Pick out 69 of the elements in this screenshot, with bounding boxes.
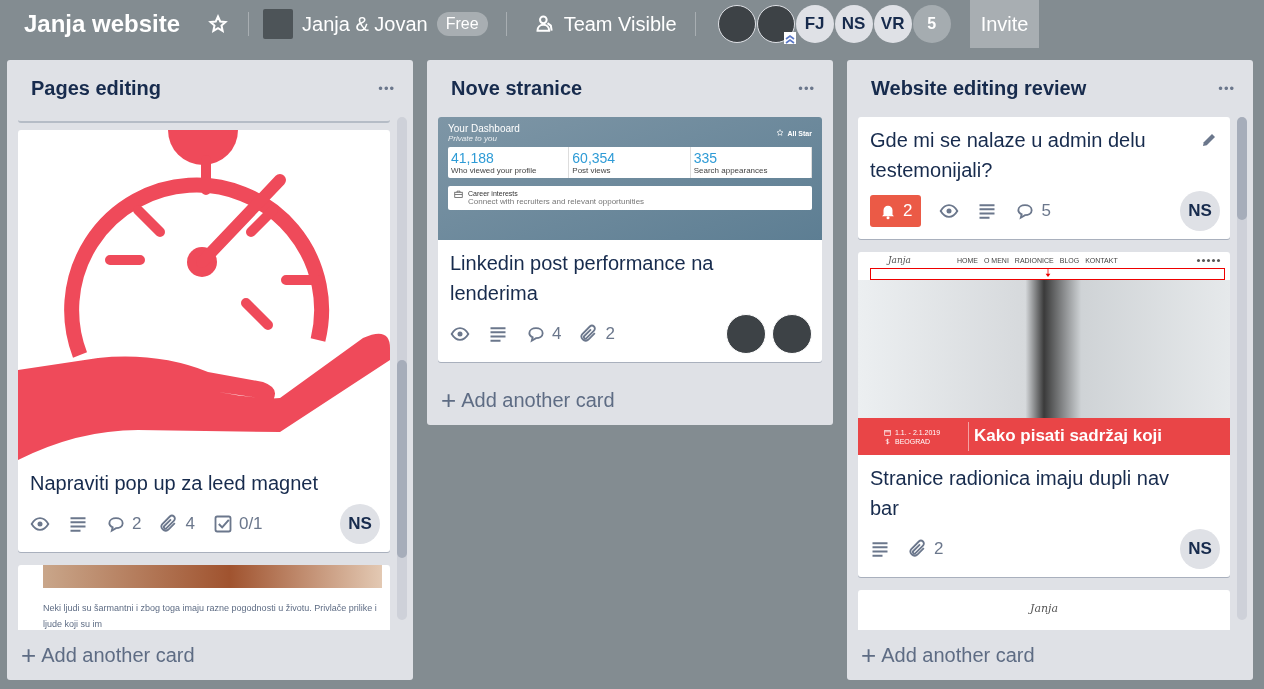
member-avatar[interactable]	[756, 5, 795, 43]
stat-label: Post views	[572, 166, 612, 175]
list-title[interactable]: Website editing review	[871, 77, 1087, 100]
comments-count: 2	[132, 514, 142, 534]
list-title[interactable]: Nove stranice	[451, 77, 583, 100]
dollar-icon	[884, 437, 891, 445]
article-text: Neki ljudi su šarmantni i zbog toga imaju razne pogodnosti u životu. Privlače prilike i ljude koji su im	[42, 602, 378, 630]
dashboard-heading: Your Dashboard	[448, 123, 520, 134]
stat-label: Search appearances	[693, 166, 769, 175]
dashboard-subheading: Private to you	[448, 134, 498, 143]
checkbox-icon	[212, 514, 233, 534]
member-avatar[interactable]: VR	[873, 5, 912, 43]
member-avatar[interactable]	[717, 5, 756, 43]
scrollbar-track[interactable]	[397, 117, 407, 620]
card-title: Napraviti pop up za leed magnet	[30, 471, 319, 496]
stat-value: 60,354	[572, 150, 617, 166]
stat-value: 335	[693, 150, 718, 166]
speech-bubble-icon	[106, 514, 126, 534]
list-title[interactable]: Pages editing	[31, 77, 162, 100]
lines-icon	[488, 324, 508, 344]
pencil-icon[interactable]	[1200, 131, 1218, 149]
scrollbar-track[interactable]	[1237, 117, 1247, 620]
briefcase-icon	[454, 190, 463, 199]
add-card-button[interactable]: + Add another card	[7, 630, 413, 680]
eye-icon	[30, 514, 50, 534]
lines-icon	[977, 201, 998, 221]
card[interactable]: Gde mi se nalaze u admin delu testemonijali? 2 5 NS	[858, 117, 1230, 239]
card[interactable]: Janja	[858, 590, 1230, 630]
comments-count: 5	[1041, 201, 1051, 221]
chevrons-icon	[783, 32, 796, 44]
stat-label: Who viewed your profile	[451, 166, 538, 175]
attachments-count: 4	[185, 514, 195, 534]
card-title: Linkedin post performance na lenderima	[450, 251, 715, 306]
comments-count: 4	[552, 324, 562, 344]
eye-icon	[939, 201, 960, 221]
plan-badge: Free	[436, 12, 488, 36]
add-card-button[interactable]: + Add another card	[847, 630, 1253, 680]
member-avatar[interactable]: NS	[340, 504, 380, 544]
add-card-button[interactable]: + Add another card	[427, 375, 833, 425]
attachments-count: 2	[605, 324, 615, 344]
notifications-count: 2	[903, 201, 913, 221]
card[interactable]: Napraviti pop up za leed magnet 2 4 0/1 NS	[18, 130, 390, 552]
event-headline: Kako pisati sadržaj koji	[973, 425, 1162, 447]
member-avatar[interactable]: FJ	[795, 5, 834, 43]
calendar-icon	[884, 428, 891, 436]
card-title: Gde mi se nalaze u admin delu testemonijali?	[870, 128, 1147, 183]
card-title: Stranice radionica imaju dupli nav bar	[870, 466, 1171, 521]
career-text: Connect with recruiters and relevant opportunities	[468, 197, 645, 206]
attachments-count: 2	[934, 539, 944, 559]
star-icon	[776, 129, 785, 137]
scrollbar-thumb[interactable]	[1237, 117, 1247, 220]
star-icon[interactable]	[208, 14, 229, 34]
card[interactable]: Neki ljudi su šarmantni i zbog toga imaju razne pogodnosti u životu. Privlače prilike i ljude koji su im	[18, 565, 390, 630]
lines-icon	[870, 539, 890, 559]
paperclip-icon	[908, 539, 928, 559]
site-logo: Janja	[888, 255, 911, 265]
down-arrow-icon	[1043, 269, 1052, 277]
member-avatar[interactable]: NS	[1180, 191, 1220, 231]
team-avatar[interactable]	[263, 9, 294, 39]
site-logo: Janja	[1030, 602, 1058, 615]
stat-value: 41,188	[451, 150, 495, 166]
checklist-count: 0/1	[238, 514, 263, 534]
member-avatar[interactable]: NS	[1180, 529, 1220, 569]
speech-bubble-icon	[526, 324, 546, 344]
scrollbar-thumb[interactable]	[397, 360, 407, 558]
member-avatar[interactable]: NS	[834, 5, 873, 43]
lines-icon	[68, 514, 88, 534]
eye-icon	[450, 324, 470, 344]
people-icon	[534, 14, 555, 34]
